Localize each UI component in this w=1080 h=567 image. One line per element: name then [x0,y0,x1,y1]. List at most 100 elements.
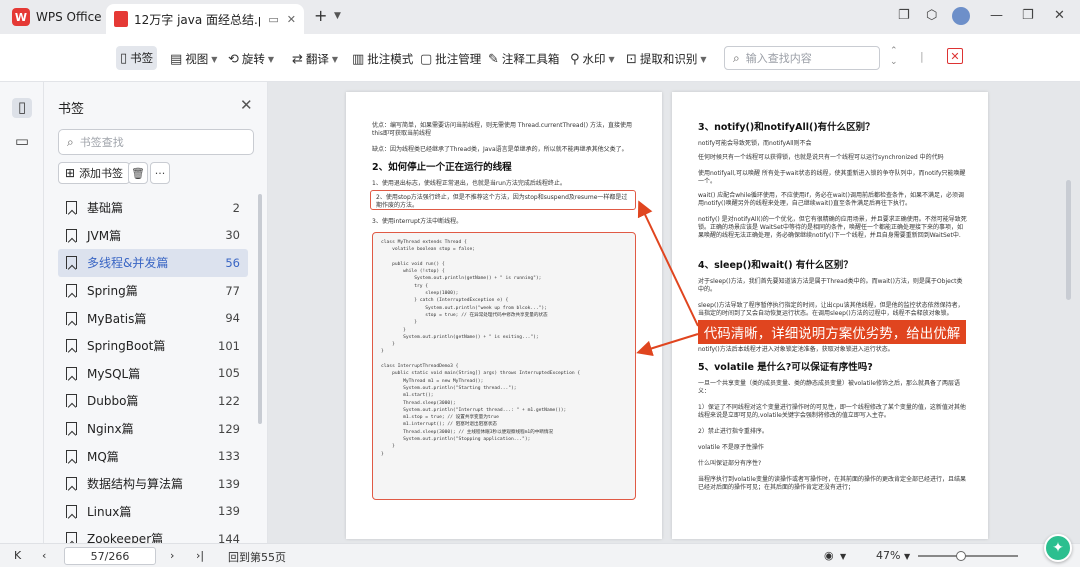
assistant-fab-icon[interactable]: ✦ [1044,534,1072,562]
toolbar-rotate-button[interactable]: ⟲ 旋转 ▼ [228,48,274,70]
tab-close-icon[interactable]: ✕ [287,13,296,26]
bookmark-item[interactable]: JVM篇 30 [58,222,248,250]
panel-scrollbar[interactable] [258,194,262,424]
find-previous-icon[interactable]: ⌃ [890,46,898,57]
bookmark-item[interactable]: 多线程&并发篇 56 [58,249,248,277]
toolbar-watermark-button[interactable]: ⚲ 水印 ▼ [570,48,615,70]
bookmark-page-number: 133 [218,449,240,464]
bookmark-icon [66,256,77,270]
minimize-icon[interactable]: — [990,8,1003,23]
bookmark-icon [66,504,77,518]
bookmark-item[interactable]: Zookeeper篇 144 [58,525,248,543]
user-avatar[interactable] [952,7,970,25]
left-rail: ▯ ▭ [0,82,44,543]
bookmark-icon [66,311,77,325]
bookmark-icon [66,366,77,380]
bookmark-search-input[interactable] [79,135,230,149]
toolbar-view-button[interactable]: ▤ 视图 ▼ [170,48,217,70]
bookmark-search-box[interactable]: ⌕ [58,129,254,155]
page-number-field[interactable]: 57/266 [64,547,156,565]
previous-page-icon[interactable]: ‹ [42,549,46,562]
bookmark-item[interactable]: MySQL篇 105 [58,360,248,388]
document-tab[interactable]: 12万字 java 面经总结.pdf ▭ ✕ [106,4,304,34]
bookmark-item[interactable]: Nginx篇 129 [58,415,248,443]
chevron-down-icon[interactable]: ▼ [904,552,910,561]
bookmark-icon [66,477,77,491]
delete-bookmark-icon[interactable]: 🗑 [128,162,148,184]
toolbox-icon: ✎ [488,51,499,67]
document-scrollbar[interactable] [1066,180,1071,300]
document-viewer: 优点：编写简单，如果需要访问当前线程，则无需使用 Thread.currentT… [268,82,1080,543]
find-navigation[interactable]: ⌃ ⌄ [890,46,898,68]
tab-window-icon[interactable]: ▭ [268,13,278,26]
new-tab-plus-icon[interactable]: + [314,6,327,25]
find-next-icon[interactable]: ⌄ [890,57,898,68]
doc-text: sleep()方法导致了程序暂停执行指定的时间，让出cpu该其他线程，但是他的监… [698,302,964,317]
bookmark-page-number: 30 [225,228,240,243]
bookmark-label: JVM篇 [87,228,122,243]
back-to-page-link[interactable]: 回到第55页 [228,549,286,565]
toolbar-toolbox-button[interactable]: ✎ 注释工具箱 [488,48,559,70]
next-page-icon[interactable]: › [170,549,174,562]
bookmark-item[interactable]: 数据结构与算法篇 139 [58,470,248,498]
toolbar-extract-button[interactable]: ⊡ 提取和识别 ▼ [626,48,707,70]
doc-text: 1、使用退出标志，使线程正常退出，也就是当run方法完成后线程终止。 [372,180,566,187]
bookmark-item[interactable]: SpringBoot篇 101 [58,332,248,360]
zoom-slider-track[interactable] [918,555,1018,557]
bookmark-item[interactable]: Dubbo篇 122 [58,387,248,415]
bookmark-panel: 书签 ✕ ⌕ ⊞ 添加书签 🗑 ··· 基础篇 2 JVM篇 30 多线程&并发篇 56 S… [44,82,268,543]
window-layout-icon[interactable]: ❐ [898,8,910,23]
bookmark-item[interactable]: 基础篇 2 [58,194,248,222]
rotate-icon: ⟲ [228,51,239,67]
bookmark-item[interactable]: Spring篇 77 [58,277,248,305]
bookmark-label: 多线程&并发篇 [87,256,169,271]
more-options-icon[interactable]: ··· [150,162,170,184]
toolbar-translate-button[interactable]: ⇄ 翻译 ▼ [292,48,338,70]
toolbar-bookmark-button[interactable]: ▯ 书签 [116,46,158,70]
bookmark-icon [66,228,77,242]
add-bookmark-button[interactable]: ⊞ 添加书签 [58,162,131,184]
zoom-level[interactable]: 47% [876,549,900,562]
first-page-icon[interactable]: K [14,549,21,562]
bookmark-icon [66,394,77,408]
status-bar: K ‹ 57/266 › ›| 回到第55页 ◉ ▼ 47% ▼ [0,543,1080,567]
bookmark-item[interactable]: MyBatis篇 94 [58,304,248,332]
toolbar-extract-label: 提取和识别 [639,52,698,66]
bookmark-item[interactable]: MQ篇 133 [58,442,248,470]
add-bookmark-label: 添加书签 [79,167,124,180]
find-search-box[interactable]: ⌕ [724,46,880,70]
new-tab-dropdown-icon[interactable]: ▼ [334,11,341,21]
bookmark-page-number: 2 [232,200,240,215]
doc-text: volatile 不是原子性操作 [698,444,764,451]
comment-icon: ▢ [420,51,433,67]
callout-annotation: 代码清晰，详细说明方案优劣势，给出优解 [698,320,966,344]
restore-icon[interactable]: ❐ [1022,8,1034,23]
bookmark-item[interactable]: Linux篇 139 [58,498,248,526]
wps-logo-icon: W [12,8,30,26]
chevron-down-icon: ▼ [608,54,615,64]
bookmark-panel-icon[interactable]: ▯ [12,98,32,118]
eye-icon[interactable]: ◉ [824,549,834,562]
panel-close-icon[interactable]: ✕ [240,96,253,114]
toolbar-comment-manage-button[interactable]: ▢ 批注管理 [420,48,481,70]
bookmark-label: Zookeeper篇 [87,532,164,543]
cube-icon[interactable]: ⬡ [926,8,937,23]
chevron-down-icon: ▼ [211,54,218,64]
doc-text: notify() 是对notifyAll()的一个优化，但它有很精确的应用场景，… [698,216,967,239]
chevron-down-icon[interactable]: ▼ [840,552,846,561]
annotate-icon: ▥ [352,51,365,67]
toolbar-annotate-mode-button[interactable]: ▥ 批注模式 [352,48,413,70]
last-page-icon[interactable]: ›| [196,549,204,562]
app-brand[interactable]: W WPS Office [12,8,102,26]
window-close-icon[interactable]: ✕ [1054,8,1065,23]
toolbar-watermark-label: 水印 [582,52,606,66]
find-search-input[interactable] [745,51,856,65]
close-toolbar-icon[interactable]: ✕ [947,48,963,64]
comment-panel-icon[interactable]: ▭ [12,132,32,152]
bookmark-label: SpringBoot篇 [87,339,166,354]
toolbar-rotate-label: 旋转 [241,52,265,66]
bookmark-label: MQ篇 [87,449,119,464]
doc-text: 一旦一个共享变量（类的成员变量、类的静态成员变量）被volatile修饰之后，那… [698,380,960,395]
title-bar: W WPS Office 12万字 java 面经总结.pdf ▭ ✕ + ▼ … [0,0,1080,34]
zoom-slider-knob[interactable] [956,551,966,561]
